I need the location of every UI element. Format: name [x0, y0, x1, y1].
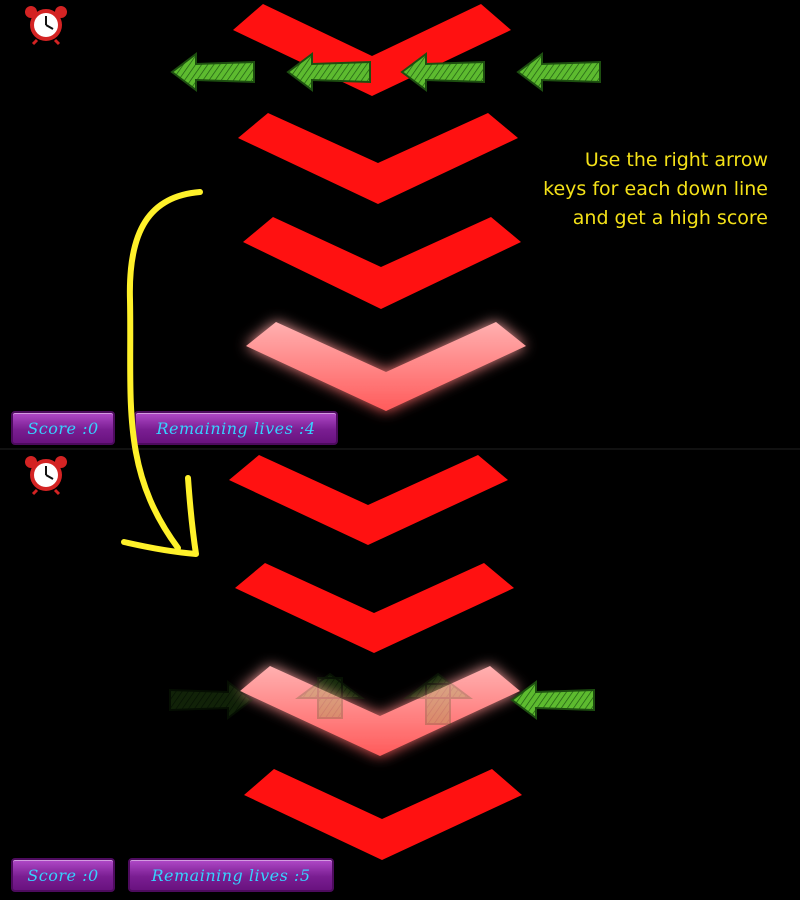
lane-bottom — [169, 455, 595, 860]
lives-label: Remaining lives :5 — [151, 865, 311, 885]
chevron-3 — [243, 217, 521, 309]
lives-badge: Remaining lives :4 — [134, 411, 338, 445]
chevron-4 — [244, 769, 522, 860]
game-panel-bottom: Score :0 Remaining lives :5 — [0, 450, 800, 900]
chevron-1 — [229, 455, 508, 545]
left-arrow-icon — [510, 680, 595, 720]
alarm-clock-icon — [25, 6, 67, 46]
left-arrow-icon — [170, 52, 255, 92]
lives-badge: Remaining lives :5 — [128, 858, 334, 892]
instruction-line-3: and get a high score — [572, 207, 768, 229]
score-label: Score :0 — [27, 418, 99, 438]
score-label: Score :0 — [27, 865, 99, 885]
score-badge: Score :0 — [11, 858, 115, 892]
left-arrow-icon — [516, 52, 601, 92]
chevron-4-highlighted — [246, 322, 526, 411]
score-badge: Score :0 — [11, 411, 115, 445]
instruction-text: Use the right arrow keys for each down l… — [500, 146, 768, 233]
instruction-line-2: keys for each down line — [543, 178, 768, 200]
alarm-clock-icon — [25, 456, 67, 496]
chevron-2 — [238, 113, 518, 204]
chevron-3-highlighted — [240, 666, 520, 756]
instruction-line-1: Use the right arrow — [584, 149, 768, 171]
game-panel-top: Use the right arrow keys for each down l… — [0, 0, 800, 450]
left-arrow-icon — [169, 680, 254, 720]
lives-label: Remaining lives :4 — [156, 418, 316, 438]
chevron-2 — [235, 563, 514, 653]
